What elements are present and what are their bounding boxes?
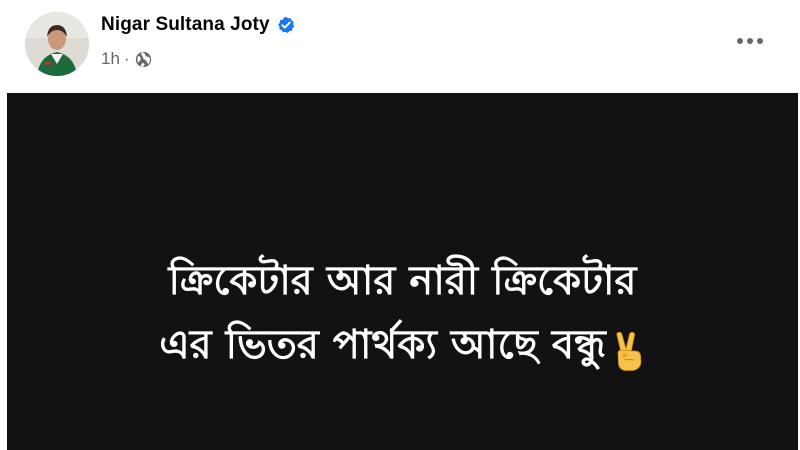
- post-time[interactable]: 1h: [101, 49, 120, 69]
- avatar[interactable]: [25, 12, 89, 76]
- post-text-line-2: এর ভিতর পার্থক্য আছে বন্ধু: [159, 322, 606, 368]
- author-row: Nigar Sultana Joty: [101, 14, 295, 36]
- globe-icon[interactable]: [135, 51, 152, 68]
- post-content[interactable]: ক্রিকেটার আর নারী ক্রিকেটার এর ভিতর পার্…: [7, 93, 798, 450]
- post-meta: 1h ·: [101, 49, 152, 69]
- victory-hand-emoji: [612, 327, 646, 371]
- post-text-line-2-wrap: এর ভিতর পার্থক্য আছে বন্ধু: [7, 313, 798, 377]
- author-name[interactable]: Nigar Sultana Joty: [101, 14, 270, 36]
- post-card: Nigar Sultana Joty 1h · ক্রিকেটার আর নার…: [0, 0, 800, 450]
- more-options-button[interactable]: [728, 26, 772, 56]
- post-header: Nigar Sultana Joty 1h ·: [0, 0, 800, 92]
- post-text: ক্রিকেটার আর নারী ক্রিকেটার এর ভিতর পার্…: [7, 249, 798, 377]
- post-text-line-1: ক্রিকেটার আর নারী ক্রিকেটার: [168, 258, 637, 304]
- more-horizontal-icon: [737, 38, 763, 44]
- meta-separator: ·: [123, 49, 130, 68]
- verified-badge-icon: [277, 16, 295, 34]
